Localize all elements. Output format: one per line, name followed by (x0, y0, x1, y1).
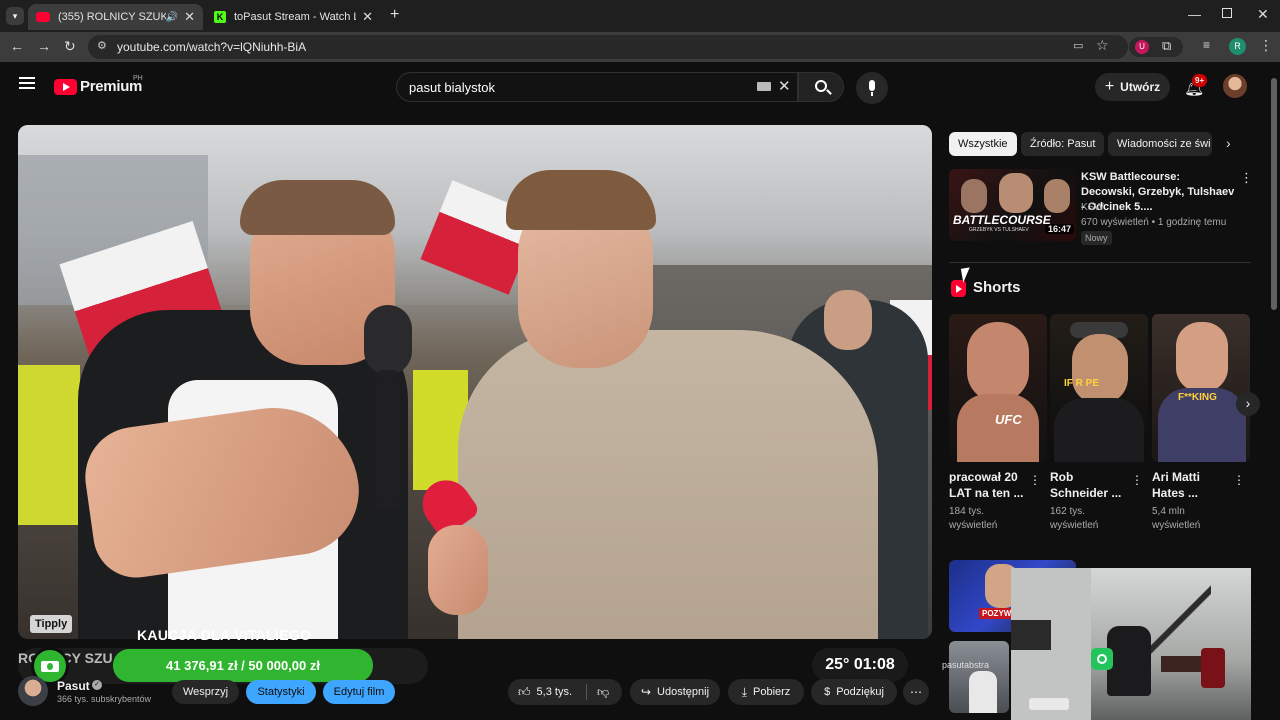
short-title-1[interactable]: pracował 20 LAT na ten ... (949, 469, 1024, 501)
create-button[interactable]: + Utwórz (1095, 73, 1170, 101)
webcam-label: pasutabstra (942, 660, 990, 670)
channel-name[interactable]: Pasut (57, 679, 90, 693)
short-thumbnail-3[interactable]: F**KING (1152, 314, 1250, 462)
menu-kebab-icon[interactable]: ⋮ (1259, 37, 1273, 54)
related-thumbnail-3[interactable] (949, 641, 1009, 713)
short-views-3: 5,4 mln wyświetleń (1152, 506, 1201, 531)
short-title-2[interactable]: Rob Schneider ... (1050, 469, 1125, 501)
close-tab-icon[interactable]: ✕ (362, 9, 373, 25)
webcam-overlay (1011, 568, 1251, 720)
related-title[interactable]: KSW Battlecourse: Decowski, Grzebyk, Tul… (1081, 170, 1236, 215)
short-thumbnail-1[interactable]: UFC (949, 314, 1047, 462)
chip-all[interactable]: Wszystkie (949, 132, 1017, 156)
mouse-cursor-icon (960, 267, 973, 283)
donation-goal-title: KAUCJA DLA VITALIEGO (137, 627, 312, 643)
speaker-icon[interactable]: 🔊 (166, 12, 178, 23)
chevron-right-icon[interactable]: › (1226, 135, 1231, 151)
share-icon: ↪ (640, 685, 652, 699)
shorts-heading: Shorts (973, 279, 1021, 296)
tab-kick[interactable]: K toPasut Stream - Watch Live on ✕ (206, 4, 381, 30)
extensions-group: U ⧉ (1129, 37, 1183, 57)
webcam-badge-icon (1091, 648, 1113, 670)
divider (949, 262, 1251, 263)
like-dislike-group: 👍︎ 5,3 tys. 👎︎ (508, 679, 622, 705)
youtube-header: Premium PH pasut bialystok ✕ + Utwórz 🔔︎… (0, 62, 1280, 112)
edit-video-button[interactable]: Edytuj film (323, 680, 395, 704)
new-tab-icon[interactable]: + (390, 6, 399, 24)
short-views-1: 184 tys. wyświetleń (949, 506, 998, 531)
stats-button[interactable]: Statystyki (246, 680, 316, 704)
thanks-icon: $ (824, 686, 831, 698)
cast-icon[interactable]: ▭ (1073, 39, 1083, 52)
site-info-icon[interactable]: ⚙ (97, 39, 107, 52)
region-code: PH (133, 75, 143, 82)
short-thumbnail-2[interactable]: IF R PE (1050, 314, 1148, 462)
duration-badge: 16:47 (1045, 224, 1075, 234)
browser-toolbar: ← → ↻ ⚙ youtube.com/watch?v=lQNiuhh-BiA … (0, 32, 1280, 62)
search-input[interactable]: pasut bialystok ✕ (396, 72, 798, 102)
donation-goal-bar: 41 376,91 zł / 50 000,00 zł (113, 649, 373, 682)
search-button[interactable] (798, 72, 844, 102)
clear-search-icon[interactable]: ✕ (778, 77, 791, 95)
thanks-button[interactable]: $ Podziękuj (811, 679, 897, 705)
hamburger-icon[interactable] (19, 77, 35, 89)
shorts-next-button[interactable]: › (1236, 392, 1260, 416)
account-avatar[interactable] (1223, 74, 1247, 98)
close-window-icon[interactable]: ✕ (1257, 6, 1269, 23)
tipply-badge: Tipply (30, 615, 73, 633)
tab-youtube[interactable]: (355) ROLNICY SZUKAJĄ ŻO 🔊 ✕ (28, 4, 203, 30)
related-meta: 670 wyświetleń • 1 godzinę temu (1081, 217, 1227, 228)
voice-search-button[interactable] (856, 72, 888, 104)
support-button[interactable]: Wesprzyj (172, 680, 239, 704)
reload-icon[interactable]: ↻ (64, 38, 76, 55)
address-bar[interactable]: ⚙ youtube.com/watch?v=lQNiuhh-BiA ▭ ☆ (88, 35, 1128, 59)
notification-badge: 9+ (1192, 74, 1208, 87)
channel-avatar[interactable] (18, 676, 48, 706)
more-actions-button[interactable]: ⋯ (903, 679, 929, 705)
puzzle-icon[interactable]: ⧉ (1162, 38, 1171, 54)
short-more-icon[interactable]: ⋮ (1131, 473, 1143, 487)
like-count[interactable]: 5,3 tys. (537, 686, 572, 698)
thumbs-down-icon[interactable]: 👎︎ (597, 685, 609, 700)
related-channel[interactable]: KSW (1081, 202, 1104, 213)
profile-avatar[interactable]: R (1229, 38, 1246, 55)
thumbs-up-icon[interactable]: 👍︎ (518, 685, 531, 700)
related-more-icon[interactable]: ⋮ (1240, 170, 1253, 186)
subscriber-count: 366 tys. subskrybentów (57, 694, 152, 704)
short-more-icon[interactable]: ⋮ (1233, 473, 1245, 487)
video-player[interactable]: Tipply (18, 125, 932, 639)
short-title-3[interactable]: Ari Matti Hates ... (1152, 469, 1227, 501)
browser-tab-bar: ▾ (355) ROLNICY SZUKAJĄ ŻO 🔊 ✕ K toPasut… (0, 0, 1280, 32)
short-views-2: 162 tys. wyświetleń (1050, 506, 1099, 531)
short-more-icon[interactable]: ⋮ (1029, 473, 1041, 487)
forward-icon[interactable]: → (37, 38, 51, 54)
microphone-icon (869, 80, 875, 91)
kick-favicon-icon: K (214, 11, 226, 23)
youtube-favicon-icon (36, 12, 50, 22)
office-chair (1107, 626, 1151, 696)
keyboard-icon[interactable] (757, 82, 771, 91)
youtube-logo-icon[interactable] (54, 79, 77, 95)
new-badge: Nowy (1081, 231, 1112, 245)
plus-icon: + (1104, 78, 1115, 95)
share-button[interactable]: ↪ Udostępnij (630, 679, 720, 705)
download-button[interactable]: ⤓ Pobierz (728, 679, 804, 705)
close-tab-icon[interactable]: ✕ (184, 9, 195, 25)
person-hoodie (458, 330, 878, 639)
verified-icon: ✓ (92, 680, 102, 690)
minimize-icon[interactable]: — (1188, 7, 1201, 22)
chip-news[interactable]: Wiadomości ze świ (1108, 132, 1212, 156)
microphone (364, 305, 412, 375)
tab-search-button[interactable]: ▾ (6, 7, 24, 25)
weather-clock: 25° 01:08 (812, 648, 908, 682)
bookmark-star-icon[interactable]: ☆ (1096, 37, 1109, 54)
maximize-icon[interactable] (1222, 8, 1232, 18)
media-control-icon[interactable]: ≡ (1203, 38, 1210, 52)
back-icon[interactable]: ← (10, 38, 24, 54)
related-thumbnail[interactable]: BATTLECOURSE GRZEBYK VS TULSHAEV 16:47 (949, 169, 1076, 241)
chip-source[interactable]: Źródło: Pasut (1021, 132, 1105, 156)
page-scrollbar[interactable] (1271, 78, 1277, 310)
download-icon: ⤓ (741, 684, 747, 699)
extension-icon[interactable]: U (1135, 40, 1149, 54)
